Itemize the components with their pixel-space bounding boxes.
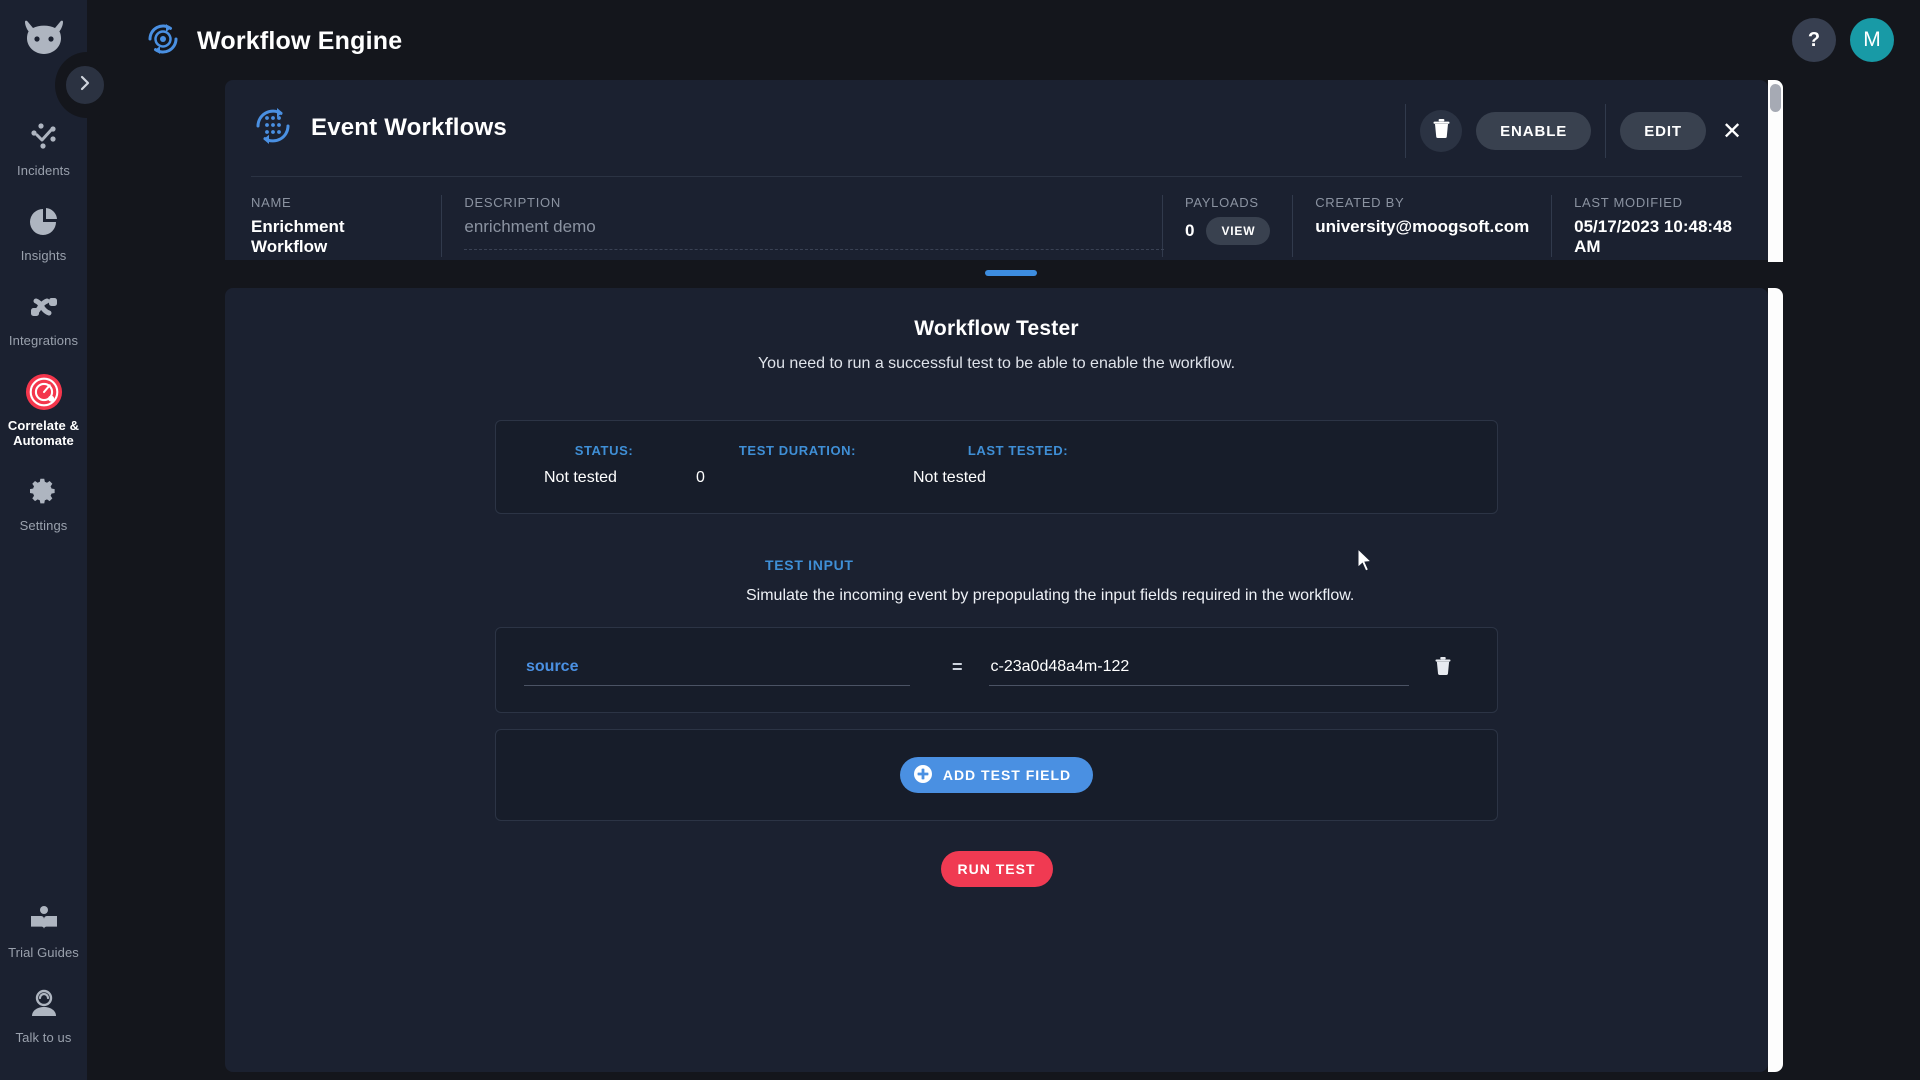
divider bbox=[1162, 195, 1163, 257]
test-input-label: TEST INPUT bbox=[765, 557, 854, 573]
app-title: Workflow Engine bbox=[197, 26, 403, 55]
test-field-key-input[interactable] bbox=[524, 654, 910, 686]
trash-icon bbox=[1434, 656, 1451, 680]
sidebar-item-label: Incidents bbox=[17, 163, 70, 178]
divider bbox=[1292, 195, 1294, 257]
detail-panel-meta: NAME Enrichment Workflow DESCRIPTION enr… bbox=[225, 177, 1768, 257]
meta-name-label: NAME bbox=[251, 195, 292, 210]
payloads-count: 0 bbox=[1184, 221, 1195, 240]
test-duration-value: 0 bbox=[696, 469, 705, 486]
divider bbox=[1551, 195, 1553, 257]
plus-circle-icon bbox=[913, 764, 932, 786]
sidebar-item-label: Insights bbox=[20, 247, 67, 263]
integrations-icon bbox=[25, 288, 63, 326]
duration-column: TEST DURATION: 0 bbox=[690, 443, 905, 487]
close-icon[interactable]: ✕ bbox=[1712, 111, 1752, 151]
meta-created-by: CREATED BY university@moogsoft.com bbox=[1315, 195, 1551, 237]
sidebar-item-label: Correlate & Automate bbox=[7, 417, 80, 449]
meta-last-modified-value: 05/17/2023 10:48:48 AM bbox=[1574, 217, 1732, 256]
panel-resize-handle[interactable] bbox=[985, 270, 1037, 276]
test-status-card: STATUS: Not tested TEST DURATION: 0 LAST… bbox=[495, 420, 1498, 514]
meta-payloads: PAYLOADS 0 VIEW bbox=[1185, 195, 1292, 245]
tester-panel-scrollbar[interactable] bbox=[1768, 288, 1783, 1072]
trash-icon bbox=[1433, 119, 1450, 143]
meta-description-label: DESCRIPTION bbox=[464, 195, 561, 210]
incidents-icon bbox=[25, 118, 63, 156]
sidebar-expand-button[interactable] bbox=[62, 62, 108, 108]
moogsoft-bull-logo[interactable] bbox=[17, 14, 71, 60]
detail-panel-header: Event Workflows ENABLE EDIT ✕ bbox=[225, 80, 1768, 176]
meta-created-by-value: university@moogsoft.com bbox=[1315, 217, 1530, 236]
test-input-description: Simulate the incoming event by prepopula… bbox=[746, 587, 1355, 604]
sidebar-bottom: Trial Guides Talk to us bbox=[0, 886, 87, 1080]
sidebar-item-integrations[interactable]: Integrations bbox=[0, 274, 87, 359]
status-column: STATUS: Not tested bbox=[544, 443, 664, 487]
view-payloads-button[interactable]: VIEW bbox=[1206, 217, 1271, 245]
sidebar-item-correlate-automate[interactable]: Correlate & Automate bbox=[0, 359, 87, 460]
last-tested-value: Not tested bbox=[913, 469, 986, 486]
pie-chart-icon bbox=[25, 203, 63, 241]
status-label: STATUS: bbox=[574, 443, 634, 458]
book-icon bbox=[25, 900, 63, 938]
meta-description: DESCRIPTION enrichment demo bbox=[464, 195, 1165, 250]
sidebar-item-settings[interactable]: Settings bbox=[0, 459, 87, 544]
meta-description-value[interactable]: enrichment demo bbox=[464, 217, 1140, 237]
avatar[interactable]: M bbox=[1850, 18, 1894, 62]
support-agent-icon bbox=[25, 985, 63, 1023]
app-title-group: Workflow Engine bbox=[143, 19, 402, 64]
add-test-field-label: ADD TEST FIELD bbox=[942, 767, 1072, 783]
sidebar-item-talk-to-us[interactable]: Talk to us bbox=[0, 971, 87, 1056]
meta-created-by-label: CREATED BY bbox=[1315, 195, 1405, 210]
equals-sign: = bbox=[952, 656, 963, 677]
detail-panel-actions: ENABLE EDIT ✕ bbox=[1391, 104, 1752, 158]
workflow-tester-subtitle: You need to run a successful test to be … bbox=[757, 355, 1236, 372]
add-test-field-card: ADD TEST FIELD bbox=[495, 729, 1498, 821]
enable-button[interactable]: ENABLE bbox=[1476, 112, 1592, 150]
delete-workflow-button[interactable] bbox=[1420, 110, 1463, 152]
add-test-field-button[interactable]: ADD TEST FIELD bbox=[899, 757, 1094, 793]
sidebar-item-incidents[interactable]: Incidents bbox=[0, 104, 87, 189]
test-field-row: = bbox=[495, 627, 1498, 713]
run-test-button[interactable]: RUN TEST bbox=[940, 851, 1053, 887]
delete-test-field-button[interactable] bbox=[1434, 656, 1451, 680]
chevron-right-icon bbox=[77, 75, 93, 96]
help-button[interactable]: ? bbox=[1792, 18, 1836, 62]
sidebar-item-label: Trial Guides bbox=[8, 945, 79, 961]
meta-right-group: PAYLOADS 0 VIEW CREATED BY university@mo… bbox=[1162, 195, 1742, 257]
status-value: Not tested bbox=[544, 469, 617, 486]
test-field-value-input[interactable] bbox=[988, 654, 1409, 686]
detail-panel-scrollbar[interactable] bbox=[1768, 80, 1783, 262]
test-duration-label: TEST DURATION: bbox=[738, 443, 857, 458]
description-underline bbox=[464, 249, 1165, 250]
divider bbox=[1405, 104, 1407, 158]
payloads-row: 0 VIEW bbox=[1184, 217, 1271, 245]
meta-name-value: Enrichment Workflow bbox=[251, 217, 345, 256]
edit-button[interactable]: EDIT bbox=[1620, 112, 1706, 150]
top-right-actions: ? M bbox=[1792, 18, 1894, 62]
sidebar-item-insights[interactable]: Insights bbox=[0, 189, 87, 274]
sidebar-item-label: Integrations bbox=[8, 332, 79, 348]
left-sidebar: Incidents Insights Integrations Correlat… bbox=[0, 0, 87, 1080]
last-tested-column: LAST TESTED: Not tested bbox=[913, 443, 1123, 487]
last-tested-label: LAST TESTED: bbox=[967, 443, 1069, 458]
sidebar-item-trial-guides[interactable]: Trial Guides bbox=[0, 886, 87, 971]
scrollbar-thumb[interactable] bbox=[1770, 84, 1781, 112]
workflow-tester-title: Workflow Tester bbox=[914, 317, 1079, 340]
gear-icon bbox=[25, 473, 63, 511]
meta-last-modified-label: LAST MODIFIED bbox=[1574, 195, 1683, 210]
workflow-tester-panel: Workflow Tester You need to run a succes… bbox=[225, 288, 1768, 1072]
meta-last-modified: LAST MODIFIED 05/17/2023 10:48:48 AM bbox=[1574, 195, 1742, 257]
divider bbox=[1605, 104, 1607, 158]
top-bar: Workflow Engine ? M bbox=[87, 0, 1920, 82]
sidebar-item-label: Talk to us bbox=[15, 1030, 72, 1046]
event-workflows-icon bbox=[251, 104, 295, 153]
workflow-engine-icon bbox=[143, 19, 183, 64]
meta-payloads-label: PAYLOADS bbox=[1184, 195, 1259, 210]
meta-name: NAME Enrichment Workflow bbox=[251, 195, 441, 257]
target-icon bbox=[25, 373, 63, 411]
detail-panel-title: Event Workflows bbox=[311, 114, 507, 141]
sidebar-item-label: Settings bbox=[19, 518, 68, 534]
divider bbox=[441, 195, 443, 257]
event-workflows-detail-panel: Event Workflows ENABLE EDIT ✕ NAME Enric… bbox=[225, 80, 1768, 260]
